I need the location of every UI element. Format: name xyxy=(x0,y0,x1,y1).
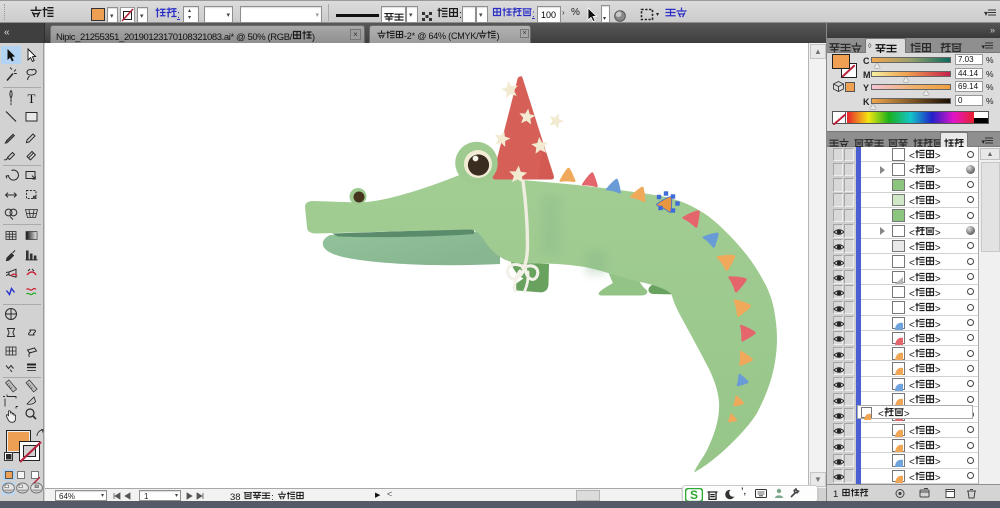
svg-text:S: S xyxy=(690,488,698,502)
svg-text:T: T xyxy=(28,91,36,106)
